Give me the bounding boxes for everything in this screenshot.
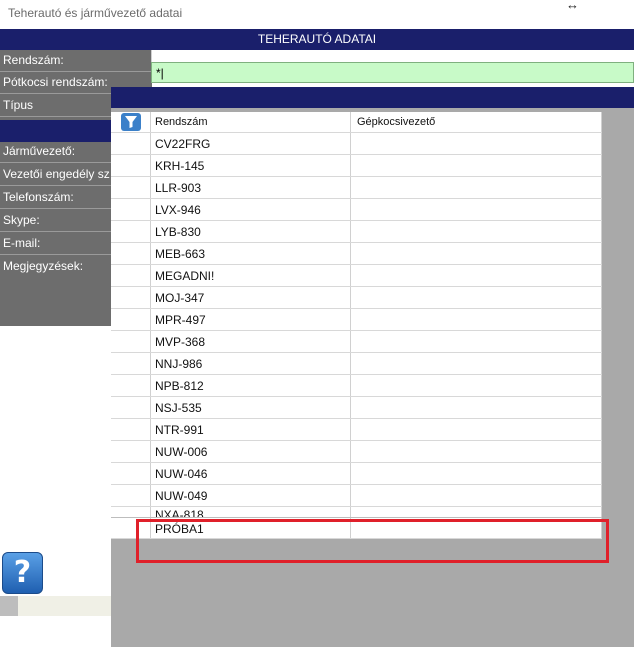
plate-cell[interactable]: MOJ-347 bbox=[152, 287, 351, 308]
table-row[interactable]: MEB-663 bbox=[111, 243, 602, 265]
driver-cell[interactable] bbox=[351, 353, 602, 374]
plate-cell[interactable]: NSJ-535 bbox=[152, 397, 351, 418]
driver-cell[interactable] bbox=[351, 265, 602, 286]
plate-cell[interactable]: LYB-830 bbox=[152, 221, 351, 242]
status-strip bbox=[0, 596, 18, 616]
table-row[interactable]: NNJ-986 bbox=[111, 353, 602, 375]
plate-cell[interactable]: NNJ-986 bbox=[152, 353, 351, 374]
driver-cell[interactable] bbox=[351, 199, 602, 220]
highlight-box bbox=[136, 519, 609, 563]
row-selector[interactable] bbox=[111, 155, 151, 176]
plate-cell[interactable]: MEB-663 bbox=[152, 243, 351, 264]
table-row[interactable]: MPR-497 bbox=[111, 309, 602, 331]
table-row[interactable]: MOJ-347 bbox=[111, 287, 602, 309]
rendszam-display bbox=[151, 50, 634, 62]
row-selector[interactable] bbox=[111, 463, 151, 484]
driver-cell[interactable] bbox=[351, 155, 602, 176]
plate-cell[interactable]: NTR-991 bbox=[152, 419, 351, 440]
driver-cell[interactable] bbox=[351, 133, 602, 154]
table-row[interactable]: NSJ-535 bbox=[111, 397, 602, 419]
plate-cell[interactable]: NUW-046 bbox=[152, 463, 351, 484]
row-selector[interactable] bbox=[111, 265, 151, 286]
row-selector[interactable] bbox=[111, 485, 151, 506]
driver-cell[interactable] bbox=[351, 507, 602, 517]
plate-cell[interactable]: MEGADNI! bbox=[152, 265, 351, 286]
table-row[interactable]: NTR-991 bbox=[111, 419, 602, 441]
grid-header-row: Rendszám Gépkocsivezető bbox=[111, 112, 602, 133]
plate-cell[interactable]: NUW-006 bbox=[152, 441, 351, 462]
plate-cell[interactable]: KRH-145 bbox=[152, 155, 351, 176]
row-selector[interactable] bbox=[111, 507, 151, 517]
row-selector[interactable] bbox=[111, 419, 151, 440]
driver-cell[interactable] bbox=[351, 309, 602, 330]
row-selector[interactable] bbox=[111, 309, 151, 330]
table-row[interactable]: CV22FRG bbox=[111, 133, 602, 155]
table-row[interactable]: NUW-046 bbox=[111, 463, 602, 485]
row-selector[interactable] bbox=[111, 353, 151, 374]
row-selector[interactable] bbox=[111, 331, 151, 352]
plate-cell[interactable]: LVX-946 bbox=[152, 199, 351, 220]
table-row[interactable]: KRH-145 bbox=[111, 155, 602, 177]
driver-cell[interactable] bbox=[351, 331, 602, 352]
row-selector[interactable] bbox=[111, 177, 151, 198]
plate-cell[interactable]: NPB-812 bbox=[152, 375, 351, 396]
driver-cell[interactable] bbox=[351, 441, 602, 462]
driver-cell[interactable] bbox=[351, 397, 602, 418]
label-rendszam: Rendszám: bbox=[0, 50, 152, 72]
status-field bbox=[18, 596, 112, 616]
table-row[interactable]: NPB-812 bbox=[111, 375, 602, 397]
table-row[interactable]: NUW-006 bbox=[111, 441, 602, 463]
column-header-driver[interactable]: Gépkocsivezető bbox=[351, 112, 602, 132]
plate-grid: Rendszám Gépkocsivezető CV22FRG KRH-145 LL… bbox=[111, 112, 602, 539]
plate-cell[interactable]: NXA-818 bbox=[152, 507, 351, 517]
driver-cell[interactable] bbox=[351, 485, 602, 506]
filter-icon[interactable] bbox=[121, 113, 141, 131]
window-title: Teherautó és járművezető adatai bbox=[8, 6, 183, 20]
plate-dropdown: Rendszám Gépkocsivezető CV22FRG KRH-145 LL… bbox=[111, 87, 634, 647]
plate-cell[interactable]: CV22FRG bbox=[152, 133, 351, 154]
plate-input[interactable]: *| bbox=[151, 62, 634, 83]
help-button[interactable]: ? bbox=[2, 552, 43, 594]
driver-cell[interactable] bbox=[351, 243, 602, 264]
driver-cell[interactable] bbox=[351, 287, 602, 308]
table-row[interactable]: MEGADNI! bbox=[111, 265, 602, 287]
row-selector[interactable] bbox=[111, 375, 151, 396]
plate-cell[interactable]: NUW-049 bbox=[152, 485, 351, 506]
plate-cell[interactable]: LLR-903 bbox=[152, 177, 351, 198]
title-bar: Teherautó és járművezető adatai ↔ bbox=[0, 0, 634, 28]
section-header: TEHERAUTÓ ADATAI bbox=[0, 29, 634, 50]
filter-cell bbox=[111, 112, 151, 132]
table-row[interactable]: LVX-946 bbox=[111, 199, 602, 221]
driver-cell[interactable] bbox=[351, 375, 602, 396]
column-header-plate[interactable]: Rendszám bbox=[152, 112, 351, 132]
resize-icon[interactable]: ↔ bbox=[566, 0, 579, 12]
row-selector[interactable] bbox=[111, 243, 151, 264]
table-row[interactable]: LYB-830 bbox=[111, 221, 602, 243]
table-row[interactable]: LLR-903 bbox=[111, 177, 602, 199]
driver-cell[interactable] bbox=[351, 177, 602, 198]
row-selector[interactable] bbox=[111, 221, 151, 242]
row-selector[interactable] bbox=[111, 133, 151, 154]
dropdown-header bbox=[111, 87, 634, 108]
row-selector[interactable] bbox=[111, 199, 151, 220]
row-selector[interactable] bbox=[111, 441, 151, 462]
driver-cell[interactable] bbox=[351, 463, 602, 484]
driver-cell[interactable] bbox=[351, 221, 602, 242]
plate-cell[interactable]: MPR-497 bbox=[152, 309, 351, 330]
table-row[interactable]: NUW-049 bbox=[111, 485, 602, 507]
grid-body: CV22FRG KRH-145 LLR-903 LVX-946 LYB-830 MEB-6… bbox=[111, 133, 602, 517]
row-selector[interactable] bbox=[111, 287, 151, 308]
driver-cell[interactable] bbox=[351, 419, 602, 440]
table-row[interactable]: MVP-368 bbox=[111, 331, 602, 353]
row-selector[interactable] bbox=[111, 397, 151, 418]
table-row[interactable]: NXA-818 bbox=[111, 507, 602, 517]
plate-cell[interactable]: MVP-368 bbox=[152, 331, 351, 352]
